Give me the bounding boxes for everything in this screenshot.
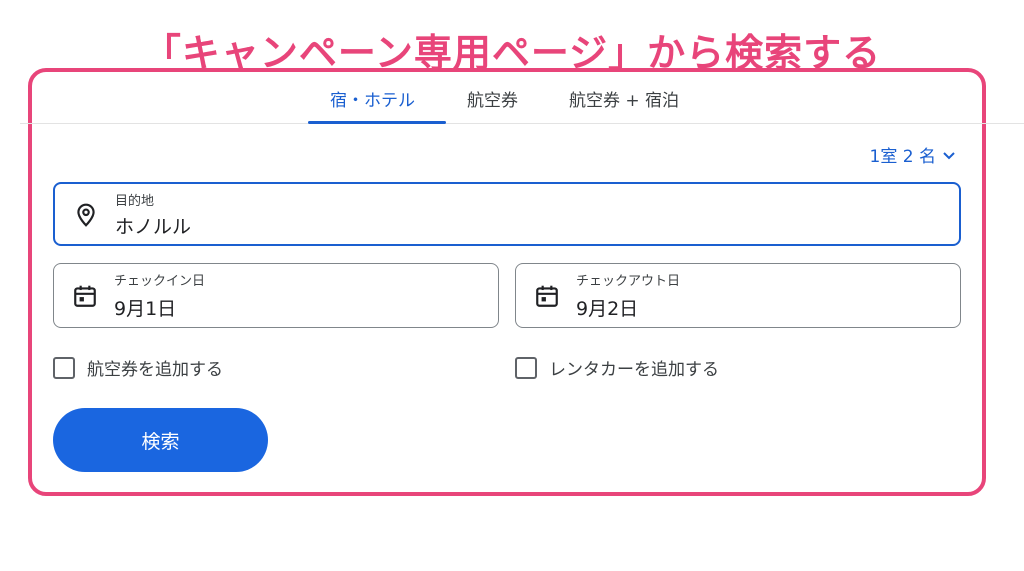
destination-label: 目的地 xyxy=(115,194,155,209)
add-car-option[interactable]: レンタカーを追加する xyxy=(515,355,719,380)
add-car-checkbox[interactable] xyxy=(515,356,537,379)
checkin-field[interactable]: チェックイン日 9月1日 xyxy=(53,263,499,328)
add-car-label: レンタカーを追加する xyxy=(549,360,719,380)
calendar-icon xyxy=(74,285,96,307)
destination-value: ホノルル xyxy=(115,216,192,238)
chevron-down-icon xyxy=(943,151,955,159)
active-tab-indicator xyxy=(308,121,446,124)
destination-field[interactable]: 目的地 ホノルル xyxy=(53,182,961,246)
checkout-label: チェックアウト日 xyxy=(576,274,681,289)
calendar-icon xyxy=(536,285,558,307)
guests-selector[interactable]: 1室 2 名 xyxy=(870,142,956,167)
search-button[interactable]: 検索 xyxy=(53,408,268,472)
add-flight-option[interactable]: 航空券を追加する xyxy=(53,355,223,380)
tab-hotel[interactable]: 宿・ホテル xyxy=(330,86,415,111)
tab-flight[interactable]: 航空券 xyxy=(467,86,518,111)
tab-flight-hotel[interactable]: 航空券 + 宿泊 xyxy=(569,86,679,111)
tabs-divider xyxy=(20,123,1024,124)
add-flight-checkbox[interactable] xyxy=(53,356,75,379)
guests-label: 1室 2 名 xyxy=(869,147,936,167)
checkin-label: チェックイン日 xyxy=(114,274,206,289)
add-flight-label: 航空券を追加する xyxy=(87,360,223,380)
checkout-field[interactable]: チェックアウト日 9月2日 xyxy=(515,263,961,328)
location-pin-icon xyxy=(77,203,95,227)
checkin-value: 9月1日 xyxy=(114,298,177,320)
checkout-value: 9月2日 xyxy=(576,298,639,320)
